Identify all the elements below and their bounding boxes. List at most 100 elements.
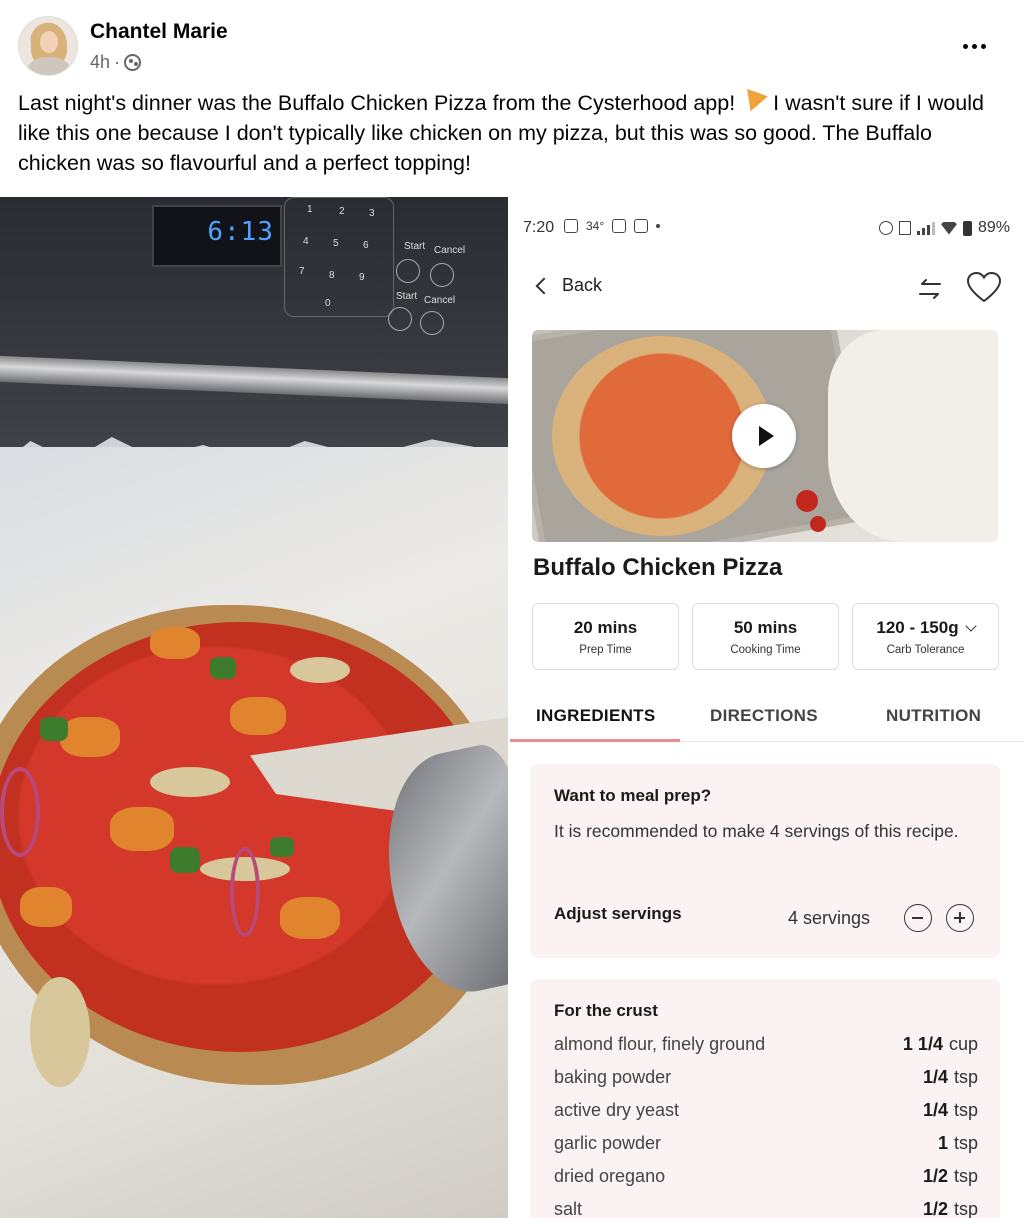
ingredient-qty: 1 1/4 bbox=[902, 1034, 943, 1054]
tomato-image bbox=[796, 490, 818, 512]
ingredient-row: garlic powder 1 tsp bbox=[554, 1133, 978, 1163]
pizza-icon bbox=[743, 92, 765, 112]
cooking-time-label: Cooking Time bbox=[730, 644, 801, 656]
status-notifications: 34° bbox=[564, 219, 661, 233]
ingredient-amount: 1/2 tsp bbox=[923, 1199, 978, 1218]
ingredient-qty: 1 bbox=[937, 1133, 948, 1153]
oven-label: Cancel bbox=[434, 245, 466, 256]
ingredient-qty: 1/4 bbox=[922, 1100, 948, 1120]
chicken-topping bbox=[110, 807, 174, 851]
more-dot-icon bbox=[971, 43, 977, 49]
avatar[interactable] bbox=[18, 16, 78, 76]
avatar-body bbox=[27, 57, 71, 75]
prep-time-label: Prep Time bbox=[579, 644, 632, 656]
ingredient-amount: 1/4 tsp bbox=[923, 1067, 978, 1088]
battery-level: 89% bbox=[977, 219, 1010, 236]
ingredient-name: dried oregano bbox=[554, 1166, 666, 1186]
oven-label: Start bbox=[404, 241, 426, 252]
ingredient-name: garlic powder bbox=[554, 1133, 662, 1153]
onion-topping bbox=[0, 767, 40, 857]
ingredient-qty: 1/2 bbox=[922, 1166, 948, 1186]
status-bar: 7:20 34° 89% bbox=[510, 197, 1024, 257]
oven-cancel-icon bbox=[430, 263, 454, 287]
author-name[interactable]: Chantel Marie bbox=[90, 20, 228, 44]
adjust-servings-label: Adjust servings bbox=[554, 904, 682, 923]
prep-time-value: 20 mins bbox=[573, 618, 638, 637]
ingredient-amount: 1 tsp bbox=[938, 1133, 978, 1154]
ingredient-name: active dry yeast bbox=[554, 1100, 680, 1120]
oven-display: 6:13 bbox=[152, 205, 282, 267]
ingredient-unit: tsp bbox=[953, 1100, 978, 1120]
prep-time-card: 20 mins Prep Time bbox=[532, 603, 679, 670]
ingredient-row: almond flour, finely ground 1 1/4 cup bbox=[554, 1034, 978, 1064]
ingredient-section-title: For the crust bbox=[554, 1001, 658, 1020]
audience-icon[interactable] bbox=[124, 54, 142, 71]
ingredient-row: salt 1/2 tsp bbox=[554, 1199, 978, 1218]
avatar-face bbox=[40, 31, 58, 53]
chicken-topping bbox=[280, 897, 340, 939]
alarm-icon bbox=[878, 221, 893, 235]
cloud-icon bbox=[634, 219, 649, 233]
instagram-icon bbox=[564, 219, 578, 233]
ingredient-qty: 1/2 bbox=[922, 1199, 948, 1218]
cilantro-topping bbox=[40, 717, 68, 741]
play-button[interactable] bbox=[732, 404, 796, 468]
oven-key: 0 bbox=[325, 298, 331, 309]
back-button[interactable]: Back bbox=[534, 275, 602, 296]
more-notifications-icon bbox=[656, 224, 661, 228]
pizza-photo[interactable]: 6:13 1 2 3 4 5 6 7 8 9 0 Start Cancel St… bbox=[0, 197, 508, 1218]
ingredient-name: salt bbox=[554, 1199, 583, 1218]
more-options-button[interactable] bbox=[956, 34, 992, 58]
status-time: 7:20 bbox=[523, 219, 555, 236]
cooking-time-value: 50 mins bbox=[733, 618, 798, 637]
recipe-video-thumbnail[interactable] bbox=[532, 330, 998, 542]
meta-separator: · bbox=[114, 52, 121, 72]
oven-key: 7 bbox=[299, 266, 305, 277]
tomato-image bbox=[810, 516, 826, 532]
heart-icon[interactable] bbox=[966, 271, 1002, 305]
oven-key: 4 bbox=[303, 236, 309, 247]
app-screenshot[interactable]: 7:20 34° 89% Back Buffalo Chicken Pizza … bbox=[510, 197, 1024, 1218]
chicken-topping bbox=[20, 887, 72, 927]
ingredient-unit: cup bbox=[948, 1034, 978, 1054]
decrease-servings-button[interactable] bbox=[904, 904, 932, 932]
calendar-icon bbox=[612, 219, 627, 233]
ingredient-row: active dry yeast 1/4 tsp bbox=[554, 1100, 978, 1130]
tab-directions[interactable]: DIRECTIONS bbox=[710, 706, 818, 726]
chicken-topping bbox=[230, 697, 286, 735]
cilantro-topping bbox=[210, 657, 236, 679]
ingredient-amount: 1/2 tsp bbox=[923, 1166, 978, 1187]
post-text-part-1: Last night's dinner was the Buffalo Chic… bbox=[18, 91, 736, 115]
recipe-nav: Back bbox=[510, 267, 1024, 311]
oven-clock: 6:13 bbox=[207, 217, 274, 247]
tab-nutrition[interactable]: NUTRITION bbox=[886, 706, 981, 726]
post-time[interactable]: 4h bbox=[90, 52, 110, 73]
tab-ingredients[interactable]: INGREDIENTS bbox=[536, 706, 655, 726]
carb-tolerance-dropdown[interactable]: 120 - 150g Carb Tolerance bbox=[852, 603, 999, 670]
oven-key: 8 bbox=[329, 270, 335, 281]
dressing-drizzle bbox=[290, 657, 350, 683]
increase-servings-button[interactable] bbox=[946, 904, 974, 932]
ingredient-name: baking powder bbox=[554, 1067, 672, 1087]
onion-topping bbox=[230, 847, 260, 937]
back-label: Back bbox=[562, 275, 603, 295]
oven-key: 1 bbox=[307, 204, 313, 215]
oven-cancel-icon bbox=[420, 311, 444, 335]
oven-key: 9 bbox=[359, 272, 365, 283]
post-body: Last night's dinner was the Buffalo Chic… bbox=[18, 88, 1008, 178]
ingredients-panel: For the crust almond flour, finely groun… bbox=[530, 979, 1000, 1218]
servings-value: 4 servings bbox=[788, 908, 871, 928]
post-header: Chantel Marie 4h · bbox=[18, 16, 1008, 80]
more-dot-icon bbox=[962, 43, 968, 49]
ingredient-row: baking powder 1/4 tsp bbox=[554, 1067, 978, 1097]
ingredient-unit: tsp bbox=[953, 1166, 978, 1186]
oven-key: 2 bbox=[339, 206, 345, 217]
oven-label: Start bbox=[396, 291, 418, 302]
status-system: 89% bbox=[878, 219, 1010, 237]
swap-icon[interactable] bbox=[916, 275, 944, 303]
chicken-topping bbox=[150, 627, 200, 659]
chevron-down-icon bbox=[964, 620, 977, 632]
carb-tolerance-text: 120 - 150g bbox=[876, 618, 959, 637]
battery-icon bbox=[962, 220, 972, 236]
dressing-drizzle bbox=[150, 767, 230, 797]
